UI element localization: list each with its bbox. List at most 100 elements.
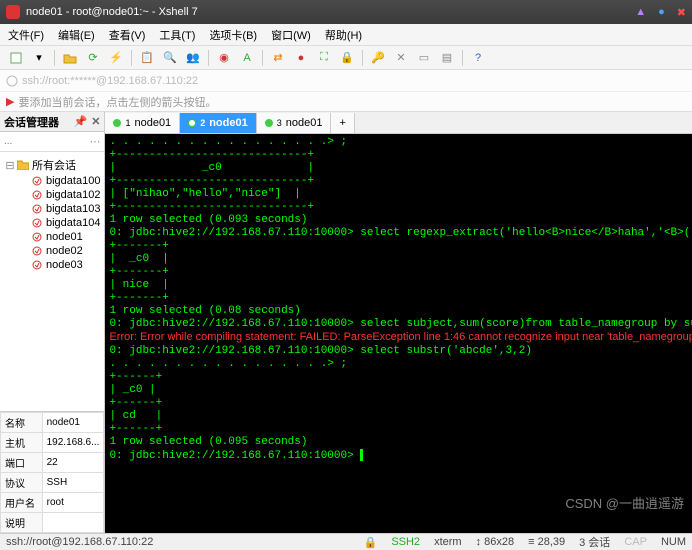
pane-header: 会话管理器 📌 ✕	[0, 112, 104, 132]
prop-val: 192.168.6...	[42, 433, 104, 453]
toolbar: ▾ ⟳ ⚡ 📋 🔍 👥 ◉ A ⇄ ● ⛶ 🔒 🔑 ✕ ▭ ▤ ?	[0, 46, 692, 70]
tree-item[interactable]: node02	[0, 244, 104, 258]
transfer-icon[interactable]: ⇄	[268, 49, 288, 67]
menu-tab[interactable]: 选项卡(B)	[209, 27, 257, 43]
tree-root-label: 所有会话	[32, 157, 76, 173]
lock-icon[interactable]: 🔒	[337, 49, 357, 67]
prop-val: node01	[42, 413, 104, 433]
open-icon[interactable]	[60, 49, 80, 67]
maximize-icon[interactable]: ●	[658, 6, 665, 19]
pane-close-icon[interactable]: ✕	[91, 115, 100, 128]
tree-item-label: bigdata100	[46, 175, 100, 187]
status-dot-icon	[188, 119, 196, 127]
menu-window[interactable]: 窗口(W)	[271, 27, 311, 43]
prop-val: SSH	[42, 473, 104, 493]
prop-val: root	[42, 493, 104, 513]
session-icon	[30, 189, 44, 201]
copy-icon[interactable]: 📋	[137, 49, 157, 67]
tree-item[interactable]: bigdata102	[0, 188, 104, 202]
tab-num: 2	[200, 118, 205, 128]
filter-input[interactable]	[4, 136, 89, 147]
key-icon[interactable]: 🔑	[368, 49, 388, 67]
close-icon[interactable]: ✖	[677, 6, 686, 19]
prop-key: 协议	[1, 473, 43, 493]
status-size: ↕ 86x28	[476, 536, 515, 548]
hint-text: 要添加当前会话，点击左侧的箭头按钮。	[18, 94, 216, 110]
status-dot-icon	[113, 119, 121, 127]
terminal[interactable]: . . . . . . . . . . . . . . . . .> ; +--…	[105, 134, 692, 533]
status-num: NUM	[661, 536, 686, 548]
minimize-icon[interactable]: ▲	[635, 6, 646, 19]
tree-item[interactable]: node03	[0, 258, 104, 272]
window-title: node01 - root@node01:~ - Xshell 7	[26, 6, 198, 18]
new-session-icon[interactable]	[6, 49, 26, 67]
tree-item-label: bigdata104	[46, 217, 100, 229]
record-icon[interactable]: ●	[291, 49, 311, 67]
tree-root[interactable]: ⊟ 所有会话	[0, 156, 104, 174]
font-icon[interactable]: A	[237, 49, 257, 67]
tree-item[interactable]: bigdata103	[0, 202, 104, 216]
session-icon	[30, 203, 44, 215]
tree-item[interactable]: node01	[0, 230, 104, 244]
session-manager-pane: 会话管理器 📌 ✕ ⋯ ⊟ 所有会话 bigdata100 bigdata102 b…	[0, 112, 105, 533]
tab-num: 1	[125, 118, 130, 128]
tab[interactable]: 2 node01	[180, 113, 257, 133]
menu-edit[interactable]: 编辑(E)	[58, 27, 95, 43]
session-icon	[30, 245, 44, 257]
connect-icon[interactable]: ⚡	[106, 49, 126, 67]
prop-val: 22	[42, 453, 104, 473]
status-cap: CAP	[624, 536, 647, 548]
status-term: xterm	[434, 536, 462, 548]
status-lock-icon: 🔒	[364, 536, 378, 549]
tree-item[interactable]: bigdata100	[0, 174, 104, 188]
fullscreen-icon[interactable]: ⛶	[314, 49, 334, 67]
menu-tools[interactable]: 工具(T)	[159, 27, 195, 43]
settings-icon[interactable]: ▤	[437, 49, 457, 67]
session-icon	[30, 217, 44, 229]
color-icon[interactable]: ◉	[214, 49, 234, 67]
folder-icon	[16, 159, 30, 171]
tab-label: node01	[286, 117, 323, 129]
tree-item-label: node02	[46, 245, 83, 257]
tab-num: 3	[277, 118, 282, 128]
search-icon[interactable]: 🔍	[160, 49, 180, 67]
terminal-pane: 1 node012 node013 node01 + ◂ ▸ ▾ . . . .…	[105, 112, 692, 533]
tab-label: node01	[209, 117, 248, 129]
reconnect-icon[interactable]: ⟳	[83, 49, 103, 67]
tree-item-label: bigdata103	[46, 203, 100, 215]
session-tree: ⊟ 所有会话 bigdata100 bigdata102 bigdata103 big…	[0, 152, 104, 411]
menu-help[interactable]: 帮助(H)	[325, 27, 362, 43]
menu-file[interactable]: 文件(F)	[8, 27, 44, 43]
tree-item-label: bigdata102	[46, 189, 100, 201]
xmark-icon[interactable]: ✕	[391, 49, 411, 67]
box-icon[interactable]: ▭	[414, 49, 434, 67]
app-logo-icon	[6, 5, 20, 19]
pane-title: 会话管理器	[4, 114, 59, 130]
status-dot-icon	[265, 119, 273, 127]
dropdown-icon[interactable]: ▾	[29, 49, 49, 67]
tree-filter[interactable]: ⋯	[0, 132, 104, 152]
status-conn: ssh://root@192.168.67.110:22	[6, 536, 153, 548]
tab-add[interactable]: +	[331, 113, 354, 133]
prop-key: 名称	[1, 413, 43, 433]
menubar: 文件(F) 编辑(E) 查看(V) 工具(T) 选项卡(B) 窗口(W) 帮助(…	[0, 24, 692, 46]
pin-icon[interactable]: 📌	[74, 115, 88, 128]
tree-item-label: node03	[46, 259, 83, 271]
menu-view[interactable]: 查看(V)	[109, 27, 146, 43]
session-icon	[30, 259, 44, 271]
tree-item-label: node01	[46, 231, 83, 243]
collapse-icon[interactable]: ⊟	[4, 159, 16, 172]
help-icon[interactable]: ?	[468, 49, 488, 67]
people-icon[interactable]: 👥	[183, 49, 203, 67]
address-bar[interactable]: ssh://root:******@192.168.67.110:22	[0, 70, 692, 92]
status-ssh: SSH2	[391, 536, 420, 548]
properties-grid: 名称node01主机192.168.6...端口22协议SSH用户名root说明	[0, 411, 104, 533]
tab-label: node01	[134, 117, 171, 129]
tab[interactable]: 1 node01	[105, 113, 180, 133]
hint-bar: ▶ 要添加当前会话，点击左侧的箭头按钮。	[0, 92, 692, 112]
tab[interactable]: 3 node01	[257, 113, 332, 133]
flag-icon: ▶	[6, 95, 14, 108]
tree-item[interactable]: bigdata104	[0, 216, 104, 230]
status-pos: ≡ 28,39	[528, 536, 565, 548]
filter-dots-icon[interactable]: ⋯	[89, 135, 100, 148]
